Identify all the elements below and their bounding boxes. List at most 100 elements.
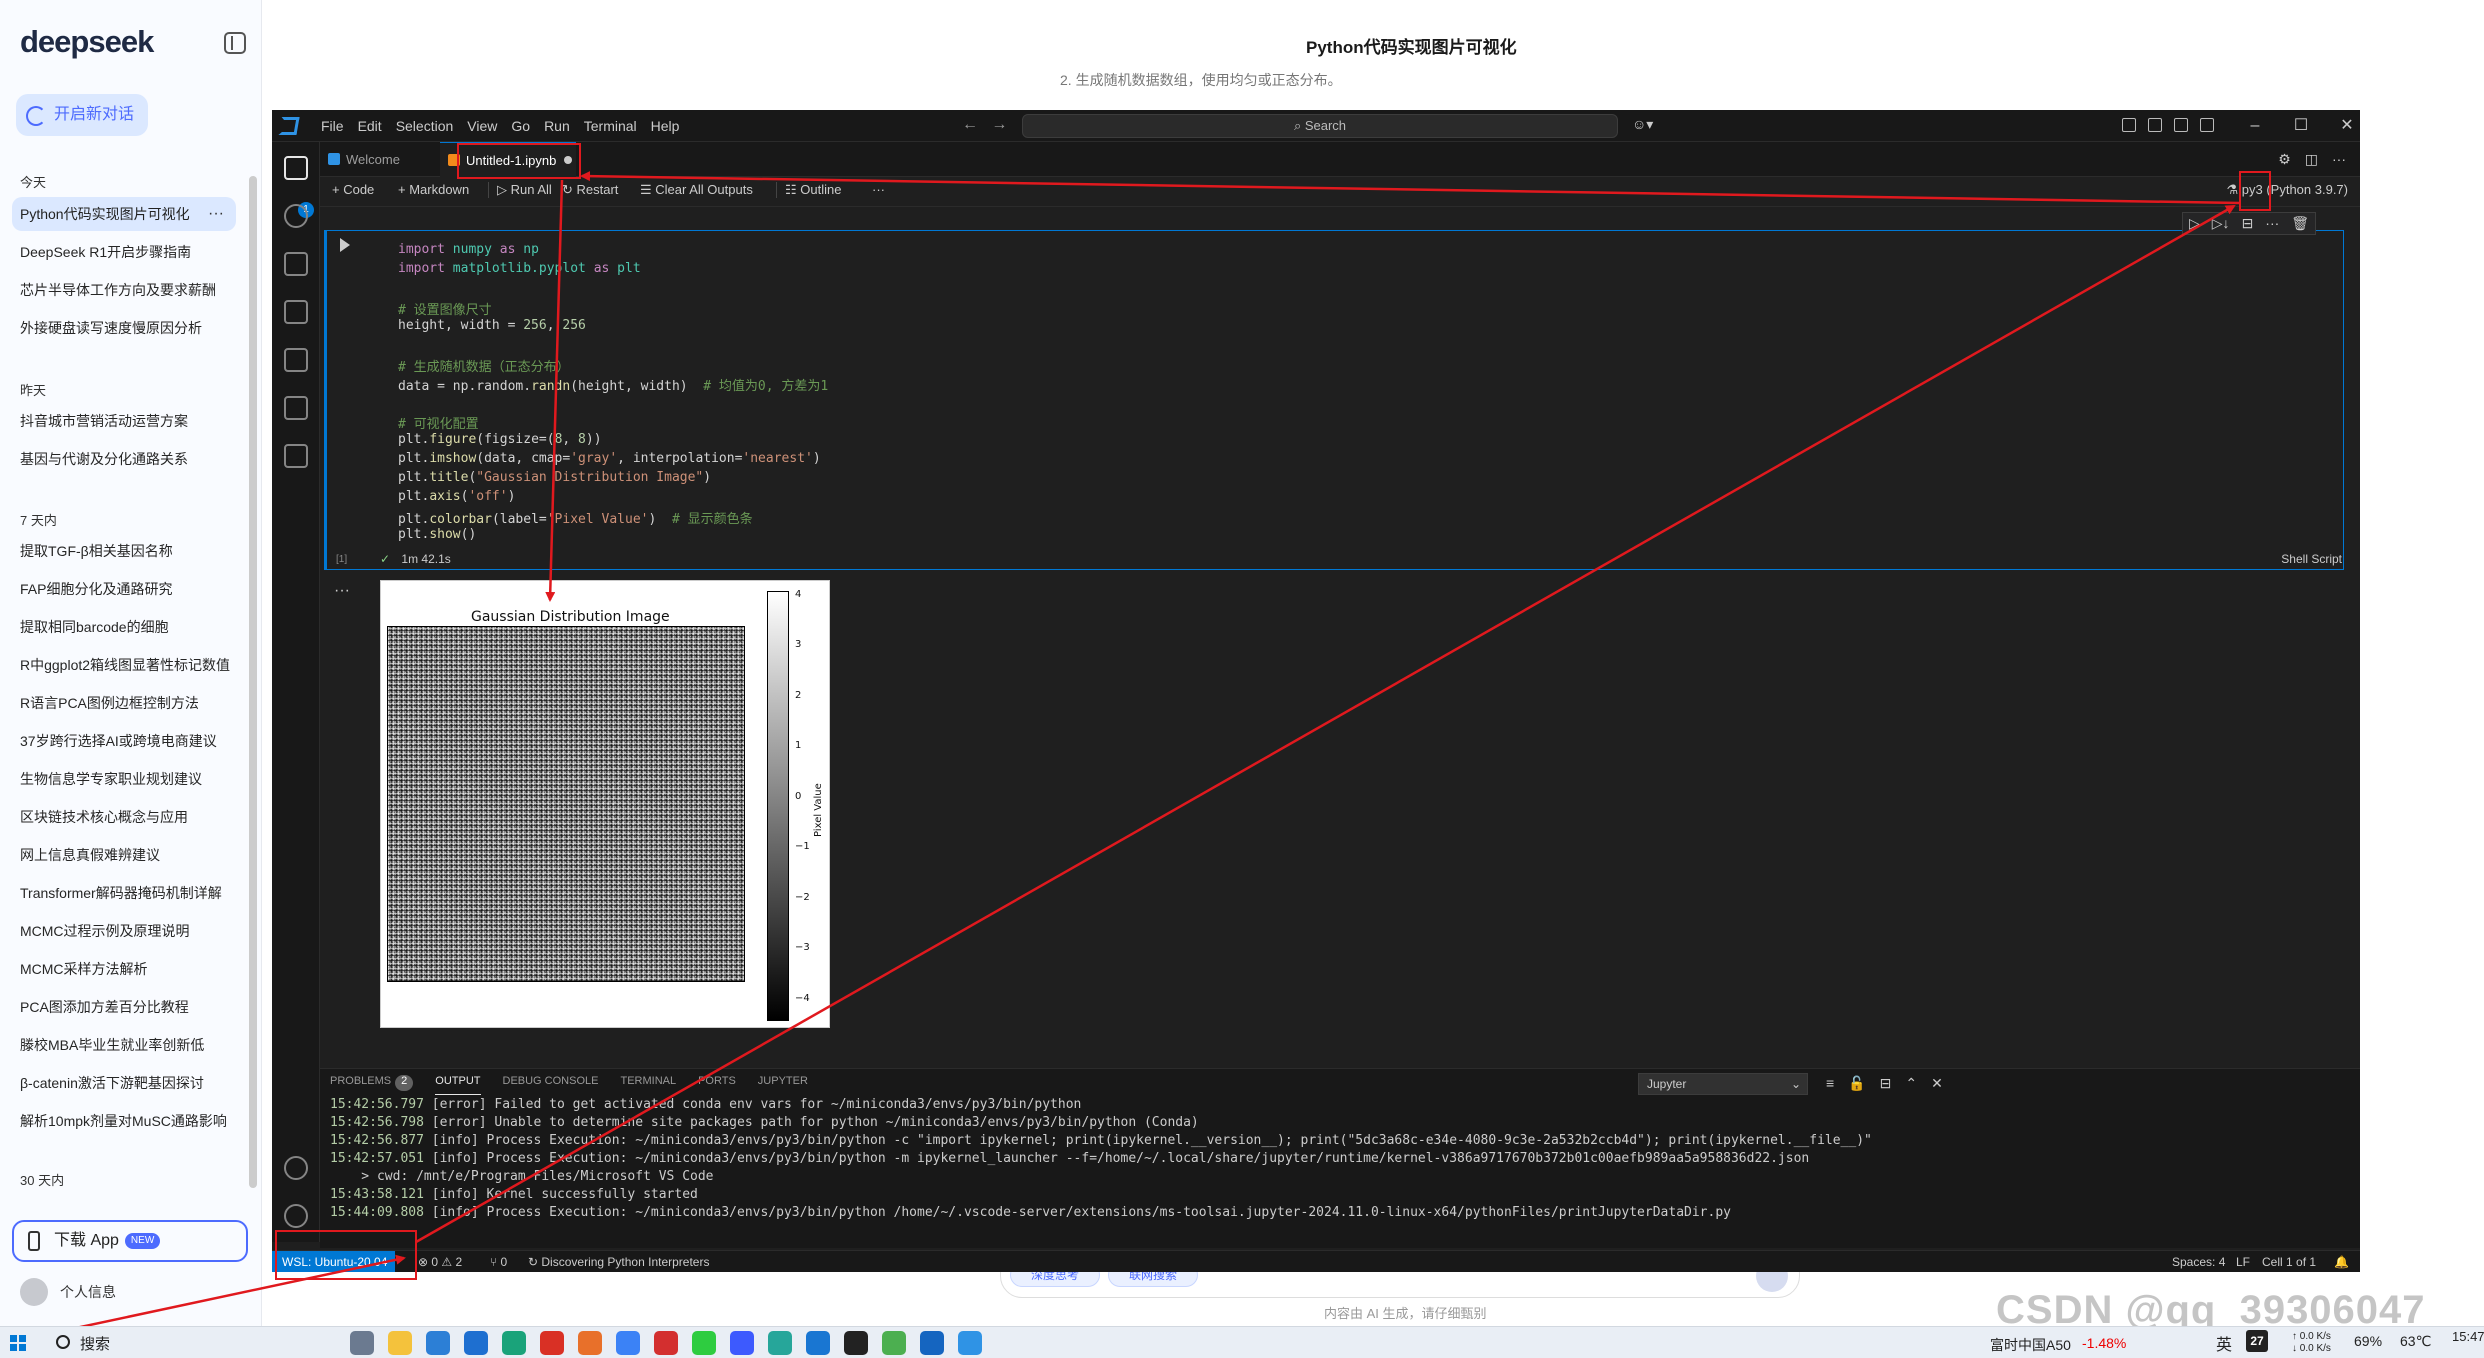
tab-terminal[interactable]: TERMINAL xyxy=(620,1075,676,1095)
menu-help[interactable]: Help xyxy=(644,110,687,142)
history-item[interactable]: R中ggplot2箱线图显著性标记数值 xyxy=(12,648,236,682)
menu-go[interactable]: Go xyxy=(504,110,537,142)
app-icon[interactable] xyxy=(920,1331,944,1355)
accounts-icon[interactable] xyxy=(284,1156,308,1180)
history-item[interactable]: 抖音城市营销活动运营方案 xyxy=(12,404,236,438)
more-actions-icon[interactable]: ··· xyxy=(2332,151,2346,168)
restart-button[interactable]: ↻ Restart xyxy=(562,182,618,198)
clear-output-icon[interactable]: ⊟ xyxy=(1880,1075,1892,1092)
new-chat-button[interactable]: 开启新对话 xyxy=(16,94,148,136)
explorer-icon[interactable] xyxy=(284,156,308,180)
search-icon[interactable] xyxy=(284,204,308,228)
outline-button[interactable]: ☷ Outline xyxy=(776,182,841,198)
wechat-icon[interactable] xyxy=(692,1331,716,1355)
app-icon[interactable] xyxy=(654,1331,678,1355)
testing-icon[interactable] xyxy=(284,444,308,468)
history-item[interactable]: 提取相同barcode的细胞 xyxy=(12,610,236,644)
menu-edit[interactable]: Edit xyxy=(351,110,389,142)
history-item[interactable]: PCA图添加方差百分比教程 xyxy=(12,990,236,1024)
tab-output[interactable]: OUTPUT xyxy=(435,1075,481,1095)
history-item[interactable]: 37岁跨行选择AI或跨境电商建议 xyxy=(12,724,236,758)
app-icon[interactable] xyxy=(768,1331,792,1355)
menu-terminal[interactable]: Terminal xyxy=(577,110,644,142)
kernel-picker[interactable]: ⚗ py3 (Python 3.9.7) xyxy=(2226,182,2348,198)
toggle-sidebar-icon[interactable] xyxy=(2148,118,2162,132)
toggle-secondary-sidebar-icon[interactable] xyxy=(2200,118,2214,132)
unsaved-dot-icon[interactable] xyxy=(564,156,572,164)
app-icon[interactable] xyxy=(578,1331,602,1355)
split-editor-icon[interactable]: ◫ xyxy=(2305,151,2318,168)
problems-status[interactable]: ⊗ 0 ⚠ 2 xyxy=(418,1255,462,1269)
indent-status[interactable]: Spaces: 4 xyxy=(2172,1255,2225,1269)
close-panel-icon[interactable]: ✕ xyxy=(1931,1075,1943,1092)
minimize-icon[interactable]: – xyxy=(2232,110,2278,142)
terminal-icon[interactable] xyxy=(844,1331,868,1355)
menu-selection[interactable]: Selection xyxy=(389,110,461,142)
history-item[interactable]: 区块链技术核心概念与应用 xyxy=(12,800,236,834)
tab-jupyter[interactable]: JUPYTER xyxy=(758,1075,808,1095)
file-explorer-icon[interactable] xyxy=(388,1331,412,1355)
history-item[interactable]: DeepSeek R1开启步骤指南 xyxy=(12,235,236,269)
deepseek-logo[interactable]: deepseek xyxy=(20,24,154,60)
remote-indicator[interactable]: WSL: Ubuntu-20.04 xyxy=(272,1251,396,1272)
history-item[interactable]: 提取TGF-β相关基因名称 xyxy=(12,534,236,568)
extensions-icon[interactable] xyxy=(284,396,308,420)
task-view-icon[interactable] xyxy=(350,1331,374,1355)
history-item[interactable]: Transformer解码器掩码机制详解 xyxy=(12,876,236,910)
close-icon[interactable]: ✕ xyxy=(2324,110,2360,142)
cell-position-status[interactable]: Cell 1 of 1 xyxy=(2262,1255,2316,1269)
app-icon[interactable] xyxy=(730,1331,754,1355)
chevron-up-icon[interactable]: ⌃ xyxy=(1905,1075,1917,1092)
tab-problems[interactable]: PROBLEMS 2 xyxy=(330,1075,414,1095)
store-icon[interactable] xyxy=(426,1331,450,1355)
mail-icon[interactable] xyxy=(464,1331,488,1355)
notifications-bell-icon[interactable]: 🔔 xyxy=(2334,1255,2349,1269)
history-item[interactable]: FAP细胞分化及通路研究 xyxy=(12,572,236,606)
app-icon[interactable] xyxy=(882,1331,906,1355)
more-icon[interactable]: ··· xyxy=(208,197,224,231)
tab-debug-console[interactable]: DEBUG CONSOLE xyxy=(503,1075,599,1095)
tab-notebook[interactable]: Untitled-1.ipynb xyxy=(440,142,576,177)
download-app-button[interactable]: 下载 App NEW xyxy=(12,1220,248,1262)
history-item[interactable]: 基因与代谢及分化通路关系 xyxy=(12,442,236,476)
add-markdown-cell-button[interactable]: + Markdown xyxy=(398,182,469,197)
battery-status[interactable]: 69% xyxy=(2354,1333,2382,1349)
output-channel-select[interactable]: Jupyter ⌄ xyxy=(1638,1073,1808,1095)
split-cell-icon[interactable]: ⊟ xyxy=(2242,215,2254,232)
history-item[interactable]: 芯片半导体工作方向及要求薪酬 xyxy=(12,273,236,307)
customize-layout-icon[interactable] xyxy=(2122,118,2136,132)
tab-ports[interactable]: PORTS xyxy=(698,1075,736,1095)
copilot-icon[interactable]: ☺▾ xyxy=(1632,116,1653,133)
cell-language[interactable]: Shell Script xyxy=(2281,552,2342,566)
gear-icon[interactable]: ⚙ xyxy=(2278,151,2291,168)
output-actions-icon[interactable]: ··· xyxy=(334,582,350,600)
more-icon[interactable]: ··· xyxy=(2265,215,2279,232)
menu-view[interactable]: View xyxy=(460,110,504,142)
history-item[interactable]: 网上信息真假难辨建议 xyxy=(12,838,236,872)
history-item[interactable]: MCMC采样方法解析 xyxy=(12,952,236,986)
remote-explorer-icon[interactable] xyxy=(284,348,308,372)
maximize-icon[interactable]: ☐ xyxy=(2278,110,2324,142)
calendar-badge[interactable]: 27 xyxy=(2246,1330,2268,1352)
add-code-cell-button[interactable]: + Code xyxy=(332,182,374,197)
ports-status[interactable]: ⑂ 0 xyxy=(490,1255,507,1269)
clock[interactable]: 15:47 xyxy=(2452,1329,2484,1344)
taskbar-search[interactable]: 搜索 xyxy=(56,1333,110,1354)
interpreter-status[interactable]: ↻ Discovering Python Interpreters xyxy=(528,1255,709,1269)
sidebar-scrollbar[interactable] xyxy=(249,176,257,1188)
edge-icon[interactable] xyxy=(502,1331,526,1355)
nav-arrows-icon[interactable]: ← → xyxy=(962,116,1007,134)
toggle-panel-icon[interactable] xyxy=(2174,118,2188,132)
run-debug-icon[interactable] xyxy=(284,300,308,324)
run-below-icon[interactable]: ▷↓ xyxy=(2212,215,2230,232)
more-icon[interactable]: ··· xyxy=(872,182,885,197)
windows-start-icon[interactable] xyxy=(10,1335,26,1351)
source-control-icon[interactable] xyxy=(284,252,308,276)
app-icon[interactable] xyxy=(806,1331,830,1355)
app-icon[interactable] xyxy=(616,1331,640,1355)
clear-outputs-button[interactable]: ☰ Clear All Outputs xyxy=(640,182,753,198)
eol-status[interactable]: LF xyxy=(2236,1255,2250,1269)
collapse-sidebar-icon[interactable] xyxy=(224,32,246,54)
history-item[interactable]: β-catenin激活下游靶基因探讨 xyxy=(12,1066,236,1100)
filter-icon[interactable]: ≡ xyxy=(1826,1075,1834,1092)
